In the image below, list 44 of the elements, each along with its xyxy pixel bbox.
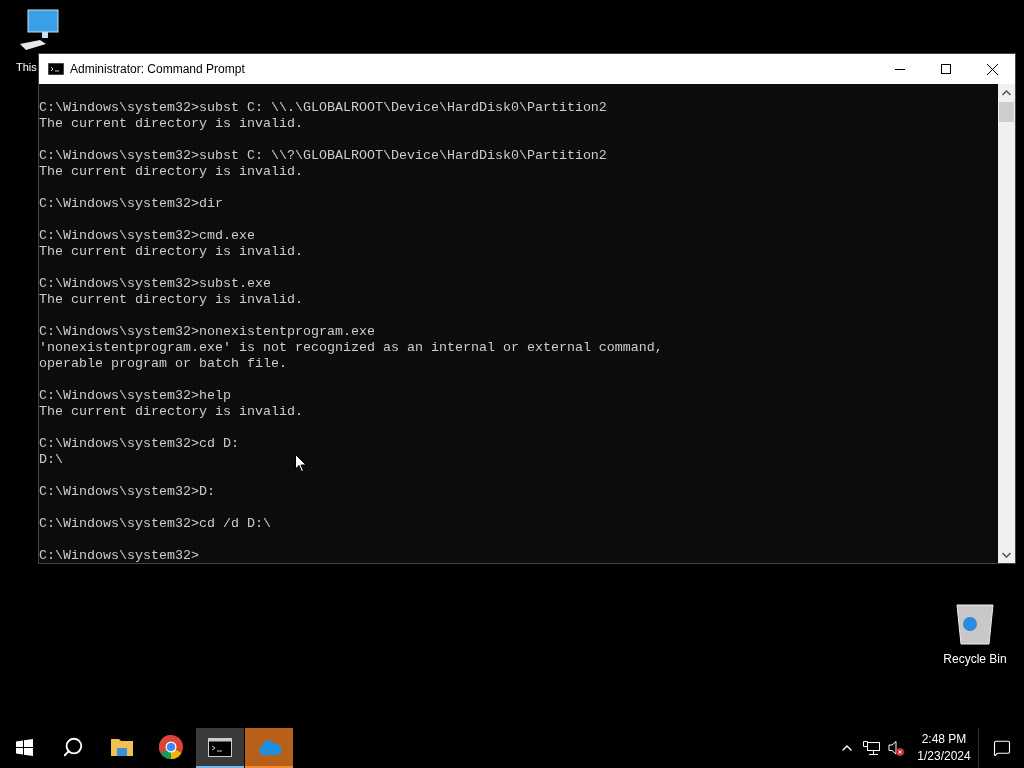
maximize-icon — [941, 64, 951, 74]
console-line: The current directory is invalid. — [39, 116, 303, 132]
console-line: C:\Windows\system32>cd /d D:\ — [39, 516, 271, 532]
terminal-icon — [48, 63, 64, 75]
console-line: operable program or batch file. — [39, 356, 287, 372]
console-line: C:\Windows\system32>D: — [39, 484, 215, 500]
scrollbar[interactable] — [998, 84, 1015, 563]
window-title: Administrator: Command Prompt — [70, 61, 246, 78]
close-icon — [986, 63, 998, 75]
scroll-up-icon — [1002, 90, 1011, 96]
windows-logo-icon — [15, 738, 33, 756]
console-line: C:\Windows\system32>nonexistentprogram.exe — [39, 324, 375, 340]
chrome-icon — [159, 735, 183, 759]
clock-date: 1/23/2024 — [917, 748, 971, 765]
cloud-icon — [256, 739, 282, 755]
console-line: C:\Windows\system32>subst C: \\?\GLOBALROOT\Device\HardDisk0\Partition2 — [39, 148, 607, 164]
console-line: C:\Windows\system32>help — [39, 388, 231, 404]
desktop-icon-label[interactable]: This — [16, 60, 37, 74]
console-line: C:\Windows\system32>subst C: \\.\GLOBALROOT\Device\HardDisk0\Partition2 — [39, 100, 607, 116]
console-line: The current directory is invalid. — [39, 292, 303, 308]
console-line: 'nonexistentprogram.exe' is not recognized as an internal or external command, — [39, 340, 663, 356]
console-line: C:\Windows\system32>subst.exe — [39, 276, 271, 292]
muted-speaker-icon[interactable] — [888, 740, 904, 756]
console-line: D:\ — [39, 452, 63, 468]
desktop-icon-label[interactable]: Recycle Bin — [943, 652, 1007, 666]
console-line: The current directory is invalid. — [39, 164, 303, 180]
scroll-thumb[interactable] — [999, 102, 1014, 122]
minimize-icon — [895, 68, 905, 70]
terminal-icon — [208, 737, 232, 757]
search-icon — [62, 736, 84, 758]
console-line: C:\Windows\system32>dir — [39, 196, 223, 212]
notifications-icon — [992, 739, 1011, 757]
clock[interactable]: 2:48 PM 1/23/2024 — [914, 731, 974, 765]
console-line: The current directory is invalid. — [39, 404, 303, 420]
scroll-down-icon — [1002, 552, 1011, 558]
console-line: C:\Windows\system32>cd D: — [39, 436, 239, 452]
clock-time: 2:48 PM — [921, 731, 967, 748]
folder-icon — [111, 737, 133, 757]
taskbar-app-button[interactable] — [196, 728, 244, 768]
mouse-cursor-icon — [295, 454, 307, 473]
console-line: The current directory is invalid. — [39, 244, 303, 260]
console-line: C:\Windows\system32>cmd.exe — [39, 228, 255, 244]
network-icon[interactable] — [863, 740, 880, 756]
console-line: C:\Windows\system32> — [39, 548, 199, 563]
